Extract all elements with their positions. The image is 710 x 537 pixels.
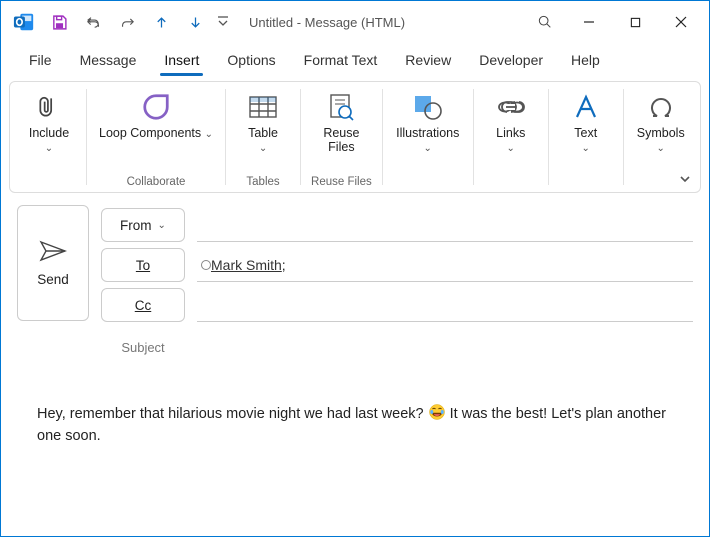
title-bar: Untitled - Message (HTML) xyxy=(1,1,709,43)
links-label: Links xyxy=(496,126,525,140)
chevron-down-icon: ⌄ xyxy=(45,143,53,154)
ribbon-collapse-button[interactable] xyxy=(678,172,692,186)
chevron-down-icon: ⌄ xyxy=(657,143,665,154)
menu-review[interactable]: Review xyxy=(391,46,465,74)
menu-format-text[interactable]: Format Text xyxy=(290,46,392,74)
window-title: Untitled - Message (HTML) xyxy=(249,15,405,30)
message-body[interactable]: Hey, remember that hilarious movie night… xyxy=(17,365,693,448)
reuse-files-label: Reuse Files xyxy=(323,126,359,155)
search-button[interactable] xyxy=(523,6,567,38)
symbols-label: Symbols xyxy=(637,126,685,140)
omega-icon xyxy=(644,90,678,124)
reuse-files-icon xyxy=(324,90,358,124)
reuse-files-button[interactable]: Reuse Files xyxy=(314,88,368,157)
redo-button[interactable] xyxy=(111,6,143,38)
to-field[interactable]: Mark Smith; xyxy=(197,248,693,282)
undo-button[interactable] xyxy=(77,6,109,38)
cc-field[interactable] xyxy=(197,288,693,322)
table-button[interactable]: Table ⌄ xyxy=(236,88,290,156)
menu-help[interactable]: Help xyxy=(557,46,614,74)
save-button[interactable] xyxy=(43,6,75,38)
chevron-down-icon: ⌄ xyxy=(205,129,213,140)
menu-bar: File Message Insert Options Format Text … xyxy=(1,43,709,77)
chevron-down-icon: ⌄ xyxy=(158,220,166,231)
symbols-button[interactable]: Symbols ⌄ xyxy=(634,88,688,156)
to-label: To xyxy=(136,258,150,273)
compose-area: Send From ⌄ To Mark Smith; Cc xyxy=(1,193,709,448)
recipient-chip[interactable]: Mark Smith xyxy=(211,257,282,273)
loop-icon xyxy=(139,90,173,124)
group-label-reuse-files: Reuse Files xyxy=(311,176,372,190)
quick-access-toolbar xyxy=(43,6,233,38)
text-icon xyxy=(569,90,603,124)
menu-options[interactable]: Options xyxy=(213,46,289,74)
shapes-icon xyxy=(411,90,445,124)
customize-qat-button[interactable] xyxy=(213,6,233,38)
presence-indicator xyxy=(201,260,211,270)
links-button[interactable]: Links ⌄ xyxy=(484,88,538,156)
menu-developer[interactable]: Developer xyxy=(465,46,557,74)
loop-label: Loop Components ⌄ xyxy=(99,126,213,141)
group-label-tables: Tables xyxy=(246,176,279,190)
illustrations-button[interactable]: Illustrations ⌄ xyxy=(393,88,463,156)
send-icon xyxy=(39,240,67,262)
illustrations-label: Illustrations xyxy=(396,126,459,140)
include-button[interactable]: Include ⌄ xyxy=(22,88,76,156)
attach-icon xyxy=(32,90,66,124)
to-button[interactable]: To xyxy=(101,248,185,282)
from-label: From xyxy=(120,218,152,233)
text-button[interactable]: Text ⌄ xyxy=(559,88,613,156)
menu-insert[interactable]: Insert xyxy=(150,46,213,74)
close-button[interactable] xyxy=(659,6,703,38)
laughing-emoji xyxy=(428,403,446,421)
next-item-button[interactable] xyxy=(179,6,211,38)
chevron-down-icon: ⌄ xyxy=(582,143,590,154)
cc-button[interactable]: Cc xyxy=(101,288,185,322)
subject-label: Subject xyxy=(101,340,185,355)
text-label: Text xyxy=(574,126,597,140)
group-label-collaborate: Collaborate xyxy=(127,176,186,190)
include-label: Include xyxy=(29,126,69,140)
send-label: Send xyxy=(37,272,69,287)
menu-message[interactable]: Message xyxy=(66,46,151,74)
loop-components-button[interactable]: Loop Components ⌄ xyxy=(97,88,215,143)
chevron-down-icon: ⌄ xyxy=(507,143,515,154)
send-button[interactable]: Send xyxy=(17,205,89,321)
body-text-1: Hey, remember that hilarious movie night… xyxy=(37,406,428,422)
cc-label: Cc xyxy=(135,298,152,313)
maximize-button[interactable] xyxy=(613,6,657,38)
table-icon xyxy=(246,90,280,124)
from-button[interactable]: From ⌄ xyxy=(101,208,185,242)
ribbon: Include ⌄ Loop Components ⌄ Collaborate … xyxy=(9,81,701,193)
link-icon xyxy=(494,90,528,124)
chevron-down-icon: ⌄ xyxy=(259,143,267,154)
outlook-icon xyxy=(11,9,37,35)
chevron-down-icon: ⌄ xyxy=(424,143,432,154)
from-field[interactable] xyxy=(197,208,693,242)
minimize-button[interactable] xyxy=(567,6,611,38)
group-label-blank xyxy=(47,176,50,190)
menu-file[interactable]: File xyxy=(15,46,66,74)
previous-item-button[interactable] xyxy=(145,6,177,38)
table-label: Table xyxy=(248,126,278,140)
subject-field[interactable] xyxy=(197,332,693,362)
